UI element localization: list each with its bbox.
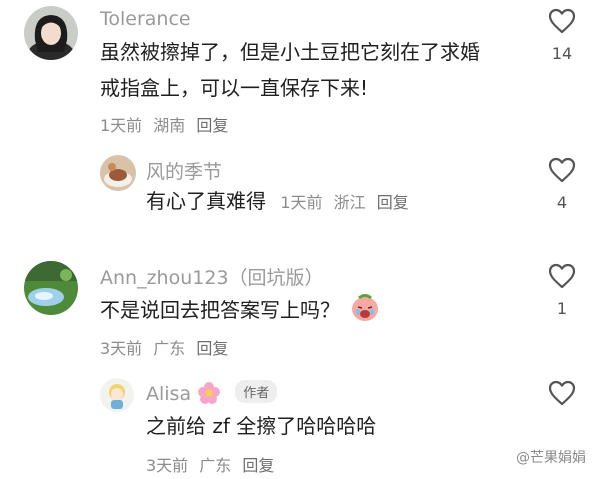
comment-text: 有心了真难得 1天前 浙江 回复 <box>146 185 415 219</box>
comment-text-body: 不是说回去把答案写上吗？ <box>100 298 340 322</box>
comment-text: 不是说回去把答案写上吗？ <box>100 293 380 326</box>
comment-time: 3天前 <box>146 456 189 475</box>
comment-4: Alisa 作者 之前给 zf 全擦了哈哈哈哈 3天前 广东 回复 <box>0 370 600 479</box>
comment-1: Tolerance 虽然被擦掉了，但是小土豆把它刻在了求婚 戒指盒上，可以一直保… <box>0 0 600 140</box>
comment-time: 1天前 <box>280 193 323 212</box>
comment-3: Ann_zhou123（回坑版） 不是说回去把答案写上吗？ 3天前 广东 回复 … <box>0 253 600 363</box>
comment-meta: 3天前 广东 回复 <box>100 335 234 359</box>
like-button[interactable]: 14 <box>542 8 582 63</box>
person-avatar-icon[interactable] <box>24 6 78 60</box>
like-button[interactable]: 1 <box>542 263 582 318</box>
heart-icon <box>548 157 576 183</box>
heart-icon <box>548 8 576 34</box>
comment-username[interactable]: 风的季节 <box>146 157 222 184</box>
reply-button[interactable]: 回复 <box>196 339 228 358</box>
reply-button[interactable]: 回复 <box>377 193 409 212</box>
author-badge: 作者 <box>235 380 278 403</box>
heart-icon <box>548 263 576 289</box>
comment-location: 广东 <box>153 339 186 358</box>
comment-time: 1天前 <box>100 116 143 135</box>
crying-face-emoji <box>352 294 379 321</box>
flower-emoji <box>198 382 221 404</box>
comment-meta: 1天前 浙江 回复 <box>280 193 414 212</box>
cartoon-avatar-icon[interactable] <box>100 378 134 412</box>
comment-time: 3天前 <box>100 339 143 358</box>
comment-username[interactable]: Alisa <box>146 383 191 405</box>
heart-icon <box>548 380 576 406</box>
comment-location: 浙江 <box>333 193 366 212</box>
comment-text-line-1: 虽然被擦掉了，但是小土豆把它刻在了求婚 <box>100 40 480 64</box>
comment-username-row: Alisa 作者 <box>146 380 278 405</box>
comment-text: 之前给 zf 全擦了哈哈哈哈 <box>146 414 377 438</box>
food-avatar-icon[interactable] <box>100 155 136 191</box>
like-count: 4 <box>556 193 568 212</box>
landscape-avatar-icon[interactable] <box>24 261 78 315</box>
like-count: 14 <box>551 44 573 63</box>
comment-username[interactable]: Tolerance <box>100 8 191 30</box>
comment-username[interactable]: Ann_zhou123（回坑版） <box>100 263 324 290</box>
reply-button[interactable]: 回复 <box>242 456 274 475</box>
comment-location: 广东 <box>199 456 232 475</box>
comment-location: 湖南 <box>153 116 186 135</box>
like-button[interactable] <box>542 380 582 406</box>
watermark: @芒果娟娟 <box>516 450 586 466</box>
like-button[interactable]: 4 <box>542 157 582 212</box>
reply-button[interactable]: 回复 <box>196 116 228 135</box>
comment-meta: 3天前 广东 回复 <box>146 452 280 476</box>
comment-text-body: 有心了真难得 <box>146 189 266 213</box>
comment-2: 风的季节 有心了真难得 1天前 浙江 回复 4 <box>0 145 600 225</box>
comment-meta: 1天前 湖南 回复 <box>100 112 234 136</box>
like-count: 1 <box>556 299 568 318</box>
comment-text-line-2: 戒指盒上，可以一直保存下来! <box>100 76 369 100</box>
